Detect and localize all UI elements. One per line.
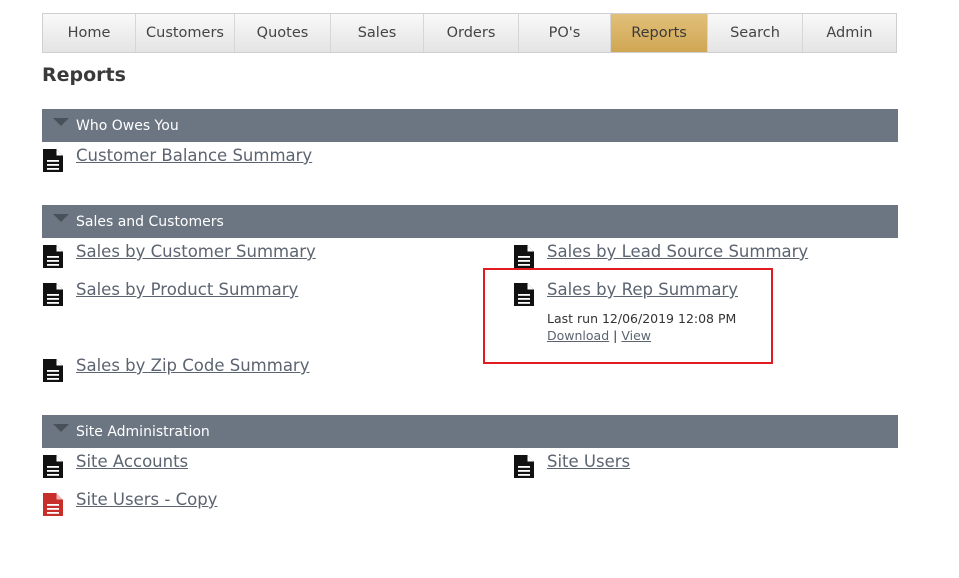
tab-customers[interactable]: Customers [136,14,235,52]
document-icon [43,245,63,268]
tab-search[interactable]: Search [708,14,803,52]
document-icon [43,359,63,382]
document-icon [43,149,63,172]
report-link-sales-by-zip[interactable]: Sales by Zip Code Summary [76,356,309,375]
custom-document-icon [43,493,63,516]
tab-sales[interactable]: Sales [331,14,424,52]
section-label: Sales and Customers [76,214,224,230]
section-who-owes-you[interactable]: Who Owes You [42,109,898,142]
highlight-box [483,268,773,364]
document-icon [43,283,63,306]
main-nav: Home Customers Quotes Sales Orders PO's … [42,13,897,53]
tab-orders[interactable]: Orders [424,14,519,52]
section-site-administration[interactable]: Site Administration [42,415,898,448]
report-link-sales-by-customer[interactable]: Sales by Customer Summary [76,242,316,261]
tab-home[interactable]: Home [43,14,136,52]
document-icon [514,245,534,268]
section-label: Who Owes You [76,118,179,134]
tab-quotes[interactable]: Quotes [235,14,331,52]
report-link-customer-balance[interactable]: Customer Balance Summary [76,146,312,165]
document-icon [43,455,63,478]
tab-pos[interactable]: PO's [519,14,611,52]
tab-reports[interactable]: Reports [611,14,708,52]
collapse-triangle-icon[interactable] [53,214,69,222]
report-link-site-users-copy[interactable]: Site Users - Copy [76,490,217,509]
report-link-sales-by-lead-source[interactable]: Sales by Lead Source Summary [547,242,808,261]
report-link-site-users[interactable]: Site Users [547,452,630,471]
page-title: Reports [42,64,126,86]
document-icon [514,455,534,478]
section-label: Site Administration [76,424,210,440]
report-link-site-accounts[interactable]: Site Accounts [76,452,188,471]
collapse-triangle-icon[interactable] [53,118,69,126]
report-link-sales-by-product[interactable]: Sales by Product Summary [76,280,298,299]
tab-admin[interactable]: Admin [803,14,896,52]
collapse-triangle-icon[interactable] [53,424,69,432]
section-sales-customers[interactable]: Sales and Customers [42,205,898,238]
